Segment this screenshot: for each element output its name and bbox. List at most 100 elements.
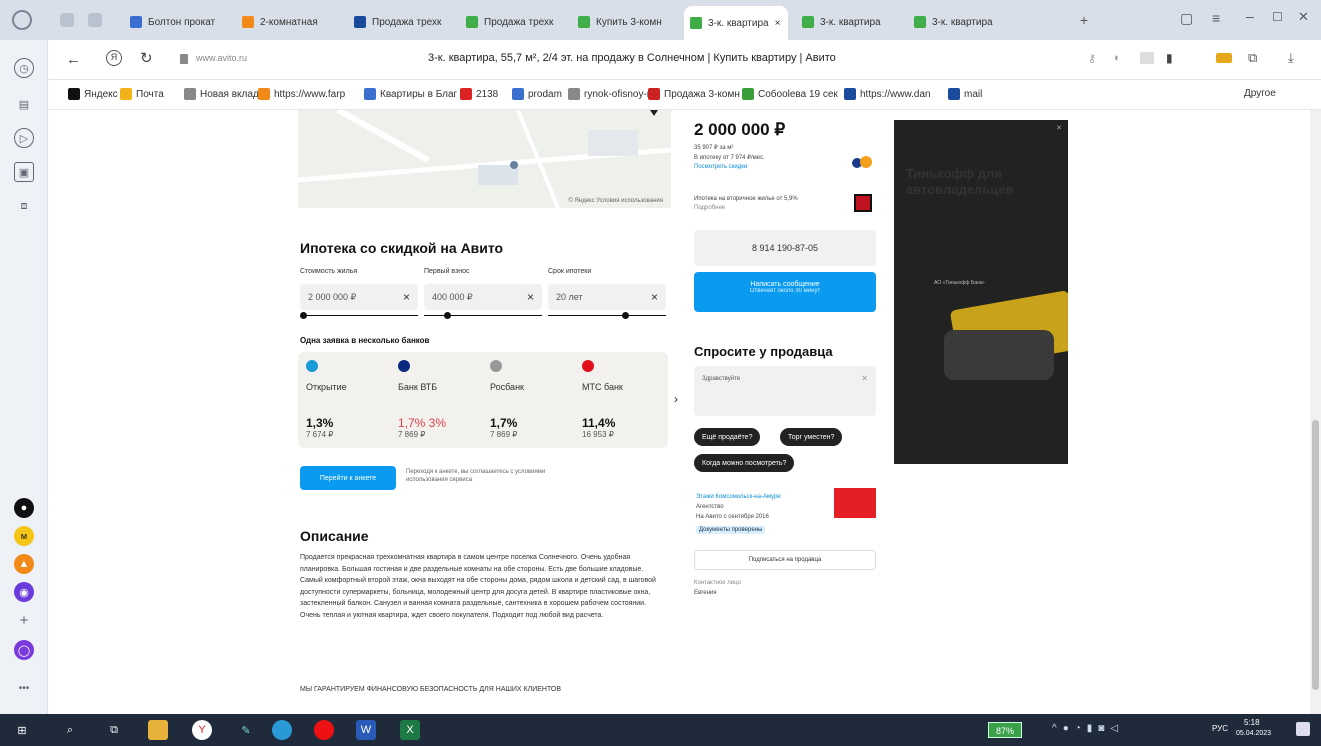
explorer-icon[interactable] (148, 720, 168, 740)
phone-button[interactable]: 8 914 190-87-05 (694, 230, 876, 266)
new-tab-button[interactable]: + (1076, 12, 1092, 28)
download-icon[interactable]: ⤓ (1288, 50, 1294, 66)
bookmark-item[interactable]: Почта (120, 88, 164, 100)
bookmark-item[interactable]: rynok-ofisnoy-nei (568, 88, 660, 100)
more-icon[interactable]: ••• (14, 678, 34, 698)
yandex-browser-icon[interactable]: Y (192, 720, 212, 740)
clear-field-icon[interactable]: × (403, 290, 410, 304)
taskview-icon[interactable]: ⧉ (104, 720, 124, 740)
lang-indicator[interactable]: РУС (1212, 724, 1228, 733)
mortgage-field-input[interactable]: 2 000 000 ₽ × (300, 284, 418, 310)
bank-offer-card[interactable]: Банк ВТБ 1,7% 3% 7 869 ₽ (390, 352, 481, 448)
app-icon-5[interactable]: ✎ (236, 720, 256, 740)
clock-time[interactable]: 5:18 (1244, 718, 1260, 727)
minimize-icon[interactable]: – (1246, 8, 1254, 24)
browser-tab[interactable]: 3-к. квартира (796, 8, 900, 36)
app-icon-2[interactable]: м (14, 526, 34, 546)
bookmark-item[interactable]: Продажа 3-комн (648, 88, 740, 100)
subscribe-button[interactable]: Подписаться на продавца (694, 550, 876, 570)
bank-offer-card[interactable]: Открытие 1,3% 7 674 ₽ (298, 352, 389, 448)
downloads-icon[interactable]: ▣ (14, 162, 34, 182)
start-icon[interactable]: ⊞ (12, 720, 32, 740)
back-icon[interactable]: ← (66, 51, 81, 68)
extensions-icon[interactable]: ⧉ (1248, 50, 1257, 66)
maximize-icon[interactable]: ☐ (1272, 10, 1283, 24)
bookmark-item[interactable]: Собоolева 19 сек (742, 88, 838, 100)
next-banks-icon[interactable]: › (674, 392, 678, 406)
notifications-icon[interactable] (1296, 722, 1310, 736)
word-icon[interactable]: W (356, 720, 376, 740)
reader-icon[interactable] (1216, 53, 1232, 63)
tray-icons[interactable]: ^●◔▮◙◁ (1052, 723, 1124, 734)
tab-list-icon[interactable] (88, 13, 102, 27)
tab-menu-icon[interactable] (60, 13, 74, 27)
battery-indicator[interactable]: 87% (988, 722, 1022, 738)
notes-icon[interactable]: ▤ (14, 94, 34, 114)
slider-handle[interactable] (300, 312, 307, 319)
share-icon[interactable]: ◐ (1114, 52, 1121, 64)
browser-tab[interactable]: Продажа трехк (460, 8, 564, 36)
quick-chip-1[interactable]: Ещё продаёте? (694, 428, 761, 446)
bookmark-item[interactable]: https://www.dan (844, 88, 931, 100)
map[interactable]: © Яндекс Условия использования (298, 110, 671, 208)
add-app-icon[interactable]: + (14, 610, 34, 630)
close-icon[interactable]: ✕ (1298, 9, 1309, 25)
bookmark-item[interactable]: https://www.farp (258, 88, 345, 100)
bookmark-item[interactable]: mail (948, 88, 982, 100)
page-scrollbar[interactable] (1310, 110, 1321, 714)
yandex-icon[interactable]: Я (106, 50, 122, 66)
browser-logo-icon[interactable] (12, 10, 32, 30)
mortgage-slider[interactable] (300, 312, 418, 319)
clear-field-icon[interactable]: × (651, 290, 658, 304)
bank-offer-card[interactable]: МТС банк 11,4% 16 953 ₽ (574, 352, 665, 448)
key-icon[interactable]: ⚷ (1088, 52, 1096, 65)
quick-chip-2[interactable]: Торг уместен? (780, 428, 843, 446)
mortgage-slider[interactable] (548, 312, 666, 319)
translate-icon[interactable] (1140, 52, 1154, 64)
browser-tab[interactable]: 3-к. квартира (908, 8, 1012, 36)
slider-handle[interactable] (622, 312, 629, 319)
bookmark-item[interactable]: 2138 (460, 88, 498, 100)
ad-close-icon[interactable]: ✕ (1056, 124, 1062, 132)
slider-handle[interactable] (444, 312, 451, 319)
mortgage-field-input[interactable]: 20 лет × (548, 284, 666, 310)
opera-icon[interactable] (314, 720, 334, 740)
bookmark-item[interactable]: Яндекс (68, 88, 118, 100)
clock-date[interactable]: 05.04.2023 (1236, 730, 1271, 737)
alice-icon[interactable]: ◯ (14, 640, 34, 660)
menu-icon[interactable]: ≡ (1212, 10, 1220, 26)
edge-icon[interactable] (272, 720, 292, 740)
bookmark-item[interactable]: Новая вкладка (184, 88, 269, 100)
app-icon-1[interactable]: ● (14, 498, 34, 518)
search-icon[interactable]: ⌕ (60, 720, 80, 740)
mortgage-note-link[interactable]: Подробнее (694, 205, 725, 211)
seller-logo[interactable] (834, 488, 876, 518)
screenshot-icon[interactable]: ⧈ (14, 196, 34, 216)
app-icon-4[interactable]: ◉ (14, 582, 34, 602)
bookmark-item[interactable]: Квартиры в Благ (364, 88, 457, 100)
reload-icon[interactable]: ↻ (140, 49, 153, 67)
scroll-thumb[interactable] (1312, 420, 1319, 690)
ask-input[interactable]: Здравствуйте ✕ (694, 366, 876, 416)
mortgage-slider[interactable] (424, 312, 542, 319)
browser-tab[interactable]: Продажа трехк (348, 8, 452, 36)
mortgage-field-input[interactable]: 400 000 ₽ × (424, 284, 542, 310)
bank-offer-card[interactable]: Росбанк 1,7% 7 869 ₽ (482, 352, 573, 448)
apply-button[interactable]: Перейти к анкете (300, 466, 396, 490)
excel-icon[interactable]: X (400, 720, 420, 740)
browser-tab[interactable]: 3-к. квартира × (684, 6, 788, 40)
write-message-button[interactable]: Написать сообщение Отвечает около 30 мин… (694, 272, 876, 312)
music-icon[interactable]: ▷ (14, 128, 34, 148)
bookmarks-other[interactable]: Другое (1244, 88, 1276, 99)
seller-name[interactable]: Этажи Комсомольск-на-Амуре (696, 494, 781, 500)
tab-close-icon[interactable]: × (775, 18, 781, 29)
app-icon-3[interactable]: ▲ (14, 554, 34, 574)
clear-icon[interactable]: ✕ (861, 374, 868, 383)
bookmark-item[interactable]: prodam (512, 88, 562, 100)
browser-tab[interactable]: Купить 3-комн (572, 8, 676, 36)
browser-tab[interactable]: 2-комнатная (236, 8, 340, 36)
bookmark-icon[interactable]: ▮ (1166, 51, 1173, 65)
installment-link[interactable]: Посмотреть скидки (694, 164, 747, 170)
history-icon[interactable]: ◷ (14, 58, 34, 78)
ad-banner[interactable]: ✕ Тинькофф для автовладельцев АО «Тинько… (894, 120, 1068, 464)
